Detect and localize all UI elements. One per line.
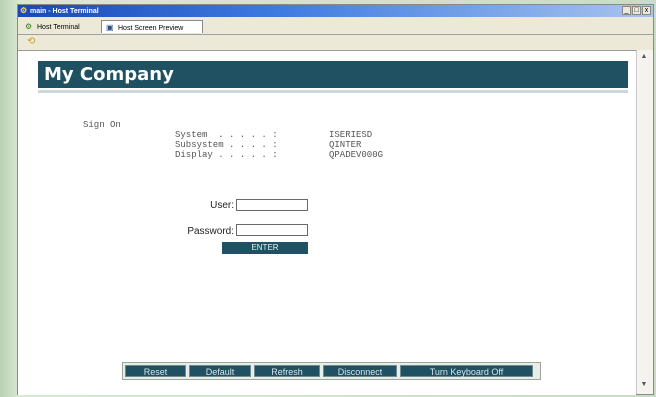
scroll-down-icon[interactable]: ▼ bbox=[639, 380, 649, 390]
disconnect-button[interactable]: Disconnect bbox=[323, 365, 397, 377]
toolbar: ⟲ bbox=[18, 35, 653, 49]
refresh-button[interactable]: Refresh bbox=[254, 365, 320, 377]
user-label: User: bbox=[210, 200, 234, 211]
turn-keyboard-off-button[interactable]: Turn Keyboard Off bbox=[400, 365, 533, 377]
subsystem-label: Subsystem . . . . : bbox=[175, 140, 278, 150]
terminal-icon: ⚙ bbox=[25, 22, 33, 31]
default-button[interactable]: Default bbox=[189, 365, 251, 377]
window-title: main - Host Terminal bbox=[30, 8, 99, 15]
tab-host-screen-preview[interactable]: ▣ Host Screen Preview bbox=[101, 20, 203, 33]
function-key-bar: Reset Default Refresh Disconnect Turn Ke… bbox=[122, 362, 541, 380]
app-icon: ⚙ bbox=[20, 6, 28, 15]
tab-bar: ⚙ Host Terminal ▣ Host Screen Preview bbox=[18, 18, 653, 35]
window-controls: _ □ x bbox=[622, 6, 651, 16]
system-label: System . . . . . : bbox=[175, 130, 278, 140]
maximize-button[interactable]: □ bbox=[632, 6, 641, 15]
signon-heading: Sign On bbox=[83, 120, 121, 130]
user-field[interactable] bbox=[236, 199, 308, 211]
display-label: Display . . . . . : bbox=[175, 150, 278, 160]
vertical-scrollbar[interactable]: ▲ ▼ bbox=[636, 50, 653, 394]
password-field[interactable] bbox=[236, 224, 308, 236]
refresh-preview-icon[interactable]: ⟲ bbox=[27, 37, 35, 47]
display-value: QPADEV000G bbox=[329, 150, 384, 160]
window-titlebar: ⚙ main - Host Terminal _ □ x bbox=[18, 5, 653, 17]
scroll-up-icon[interactable]: ▲ bbox=[639, 52, 649, 62]
password-label: Password: bbox=[187, 226, 234, 237]
banner-divider bbox=[38, 90, 628, 93]
preview-icon: ▣ bbox=[106, 23, 114, 32]
minimize-button[interactable]: _ bbox=[622, 6, 631, 15]
tab-label: Host Terminal bbox=[37, 24, 80, 31]
system-value: ISERIESD bbox=[329, 130, 373, 140]
reset-button[interactable]: Reset bbox=[125, 365, 186, 377]
host-terminal-window: ⚙ main - Host Terminal _ □ x ⚙ Host Termin… bbox=[17, 4, 654, 395]
enter-button[interactable]: ENTER bbox=[222, 242, 308, 254]
close-button[interactable]: x bbox=[642, 6, 651, 15]
company-banner: My Company bbox=[38, 61, 628, 88]
host-screen-preview: My Company Sign On System . . . . . : IS… bbox=[18, 50, 636, 395]
tab-host-terminal[interactable]: ⚙ Host Terminal bbox=[21, 20, 99, 33]
tab-label: Host Screen Preview bbox=[118, 25, 184, 32]
subsystem-value: QINTER bbox=[329, 140, 362, 150]
